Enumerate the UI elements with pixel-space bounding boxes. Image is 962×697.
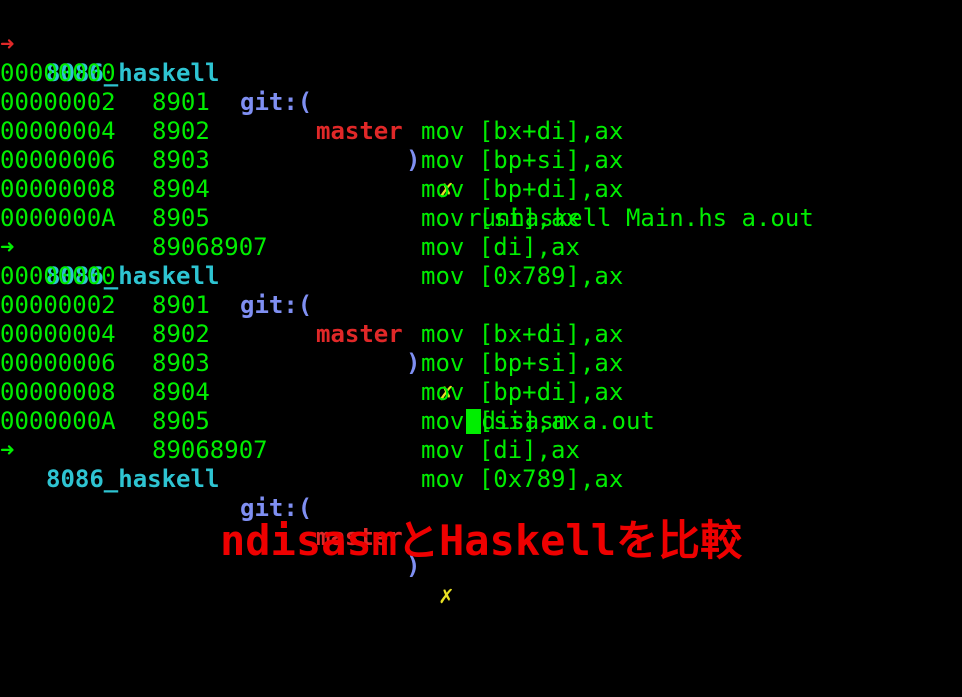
git-label-close: ) xyxy=(406,146,421,174)
terminal-window[interactable]: ➜ 8086_haskell git:( master ) ✗ runhaske… xyxy=(0,0,962,609)
git-branch: master xyxy=(316,320,403,348)
prompt-line: ➜ 8086_haskell git:( master ) ✗ runhaske… xyxy=(0,1,814,232)
output-row: 00000002 8902 mov [bp+si],ax xyxy=(0,59,623,174)
output-hex: 8902 xyxy=(152,320,210,348)
output-hex: 8903 xyxy=(152,146,210,174)
prompt-line[interactable]: ➜ 8086_haskell git:( master ) ✗ xyxy=(0,407,481,609)
output-asm: mov [di],ax xyxy=(421,436,580,464)
output-hex: 8901 xyxy=(152,291,210,319)
output-row: 0000000A 89068907 mov [0x789],ax xyxy=(0,378,623,493)
output-asm: mov [0x789],ax xyxy=(421,465,624,493)
directory-name: 8086_haskell xyxy=(46,465,220,493)
output-hex: 8903 xyxy=(152,349,210,377)
output-asm: mov [bx+di],ax xyxy=(421,320,624,348)
git-label: git:( xyxy=(240,88,313,116)
output-hex: 8905 xyxy=(152,407,210,435)
output-row: 00000006 8904 mov [si],ax xyxy=(0,117,580,232)
output-row: 00000008 8905 mov [di],ax xyxy=(0,349,580,464)
git-label-close: ) xyxy=(406,349,421,377)
output-row: 00000004 8903 mov [bp+di],ax xyxy=(0,88,623,203)
output-asm: mov [bp+di],ax xyxy=(421,175,624,203)
output-asm: mov [bp+si],ax xyxy=(421,349,624,377)
output-hex: 89068907 xyxy=(152,233,268,261)
output-asm: mov [bx+di],ax xyxy=(421,117,624,145)
prompt-arrow-icon: ➜ xyxy=(0,436,15,464)
caption-title: ndisasmとHaskellを比較 xyxy=(219,516,742,565)
dirty-marker-icon: ✗ xyxy=(439,581,454,609)
output-asm: mov [bp+di],ax xyxy=(421,378,624,406)
output-hex: 89068907 xyxy=(152,436,268,464)
output-hex: 8901 xyxy=(152,88,210,116)
output-asm: mov [di],ax xyxy=(421,233,580,261)
output-row: 0000000A 89068907 mov [0x789],ax xyxy=(0,175,623,290)
output-asm: mov [bp+si],ax xyxy=(421,146,624,174)
git-branch: master xyxy=(316,117,403,145)
git-label: git:( xyxy=(240,291,313,319)
prompt-line: ➜ 8086_haskell git:( master ) ✗ ndisasm … xyxy=(0,204,655,435)
output-row: 00000000 8901 mov [bx+di],ax xyxy=(0,233,623,348)
output-row: 00000002 8902 mov [bp+si],ax xyxy=(0,262,623,377)
output-row: 00000004 8903 mov [bp+di],ax xyxy=(0,291,623,406)
output-asm: mov [0x789],ax xyxy=(421,262,624,290)
terminal-cursor[interactable] xyxy=(466,409,481,434)
output-hex: 8904 xyxy=(152,378,210,406)
output-hex: 8904 xyxy=(152,175,210,203)
output-hex: 8905 xyxy=(152,204,210,232)
output-row: 00000006 8904 mov [si],ax xyxy=(0,320,580,435)
output-row: 00000008 8905 mov [di],ax xyxy=(0,146,580,261)
output-hex: 8902 xyxy=(152,117,210,145)
output-row: 00000000 8901 mov [bx+di],ax xyxy=(0,30,623,145)
output-asm: mov [si],ax xyxy=(421,407,580,435)
output-asm: mov [si],ax xyxy=(421,204,580,232)
